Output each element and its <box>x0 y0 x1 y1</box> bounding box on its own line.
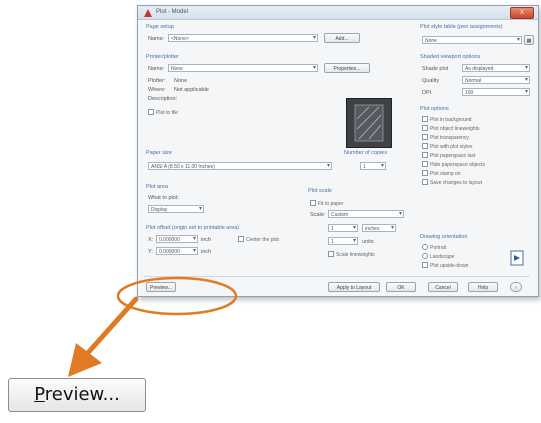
orientation-page-icon <box>510 250 524 266</box>
printer-header: Printer/plotter <box>146 54 180 60</box>
offset-x-label: X: <box>148 237 154 243</box>
autocad-app-icon <box>144 9 152 17</box>
orientation-header: Drawing orientation <box>420 234 468 240</box>
offset-x-input[interactable]: 0.000000 <box>156 235 198 243</box>
center-plot-checkbox[interactable]: Center the plot <box>238 236 279 243</box>
what-to-plot-label: What to plot: <box>148 195 179 201</box>
dpi-label: DPI <box>422 90 432 96</box>
plot-option-plot-styles[interactable]: Plot with plot styles <box>422 143 473 150</box>
paper-preview-icon <box>354 104 384 142</box>
offset-y-label: Y: <box>148 249 153 255</box>
plot-option-transparency[interactable]: Plot transparency <box>422 134 469 141</box>
preview-button-callout[interactable]: Preview... <box>8 378 146 412</box>
offset-y-input[interactable]: 0.000000 <box>156 247 198 255</box>
plot-style-table-header: Plot style table (pen assignments) <box>420 24 503 30</box>
where-label: Where: <box>148 87 166 93</box>
scale-label: Scale: <box>310 212 326 218</box>
title-bar: Plot - Model X <box>138 6 538 20</box>
printer-name-combo[interactable]: None <box>168 64 318 72</box>
apply-to-layout-button[interactable]: Apply to Layout <box>328 282 380 292</box>
paper-size-header: Paper size <box>146 150 172 156</box>
close-button[interactable]: X <box>510 7 534 19</box>
shade-plot-combo[interactable]: As displayed <box>462 64 530 72</box>
paper-preview <box>346 98 392 148</box>
scale-units-input[interactable]: 1 <box>328 237 358 245</box>
shade-plot-label: Shade plot <box>422 66 449 72</box>
plot-options-header: Plot options <box>420 106 449 112</box>
edit-style-table-button[interactable]: ▦ <box>524 35 534 45</box>
plot-offset-header: Plot offset (origin set to printable are… <box>146 225 240 231</box>
plot-dialog: Plot - Model X Page setup Name: <None> A… <box>137 5 539 297</box>
quality-label: Quality <box>422 78 440 84</box>
preview-mnemonic: P <box>34 384 45 405</box>
scale-inches-unit[interactable]: inches <box>362 224 396 232</box>
plot-option-hide-objects[interactable]: Hide paperspace objects <box>422 161 485 168</box>
fit-to-paper-checkbox[interactable]: Fit to paper <box>310 200 343 207</box>
plotter-label: Plotter: <box>148 78 166 84</box>
plot-option-background[interactable]: Plot in background <box>422 116 471 123</box>
description-label: Description: <box>148 96 178 102</box>
plotter-value: None <box>174 78 188 84</box>
plot-area-header: Plot area <box>146 184 169 190</box>
upside-down-checkbox[interactable]: Plot upside-down <box>422 262 468 269</box>
plot-option-paperspace-last[interactable]: Plot paperspace last <box>422 152 475 159</box>
plot-scale-header: Plot scale <box>308 188 332 194</box>
paper-size-combo[interactable]: ANSI A (8.50 x 11.00 Inches) <box>148 162 332 170</box>
copies-spinner[interactable]: 1 <box>360 162 386 170</box>
offset-x-unit: inch <box>201 237 212 243</box>
preview-label-rest: review... <box>44 384 120 405</box>
where-value: Not applicable <box>174 87 209 93</box>
plot-style-table-combo[interactable]: None <box>422 36 522 44</box>
cancel-button[interactable]: Cancel <box>428 282 458 292</box>
dialog-title: Plot - Model <box>156 9 189 15</box>
help-button[interactable]: Help <box>468 282 498 292</box>
scale-lineweights-checkbox[interactable]: Scale lineweights <box>328 251 375 258</box>
properties-button[interactable]: Properties... <box>324 63 370 73</box>
collapse-button[interactable]: ‹ <box>510 282 522 292</box>
quality-combo[interactable]: Normal <box>462 76 530 84</box>
plot-option-lineweights[interactable]: Plot object lineweights <box>422 125 479 132</box>
scale-units-label: units <box>362 239 374 245</box>
what-to-plot-combo[interactable]: Display <box>148 205 204 213</box>
scale-combo[interactable]: Custom <box>328 210 404 218</box>
page-setup-name-label: Name: <box>148 36 165 42</box>
offset-y-unit: inch <box>201 249 212 255</box>
copies-header: Number of copies <box>344 150 388 156</box>
ok-button[interactable]: OK <box>386 282 416 292</box>
plot-option-save-changes[interactable]: Save changes to layout <box>422 179 482 186</box>
viewport-options-header: Shaded viewport options <box>420 54 481 60</box>
add-button[interactable]: Add... <box>324 33 360 43</box>
scale-inches-input[interactable]: 1 <box>328 224 358 232</box>
plot-to-file-checkbox[interactable]: Plot to file <box>148 109 178 116</box>
page-setup-name-combo[interactable]: <None> <box>168 34 318 42</box>
portrait-radio[interactable]: Portrait <box>422 244 446 251</box>
page-setup-header: Page setup <box>146 24 174 30</box>
dpi-input[interactable]: 100 <box>462 88 530 96</box>
callout-arrow <box>68 296 139 377</box>
printer-name-label: Name: <box>148 66 165 72</box>
plot-option-stamp[interactable]: Plot stamp on <box>422 170 461 177</box>
landscape-radio[interactable]: Landscape <box>422 253 454 260</box>
